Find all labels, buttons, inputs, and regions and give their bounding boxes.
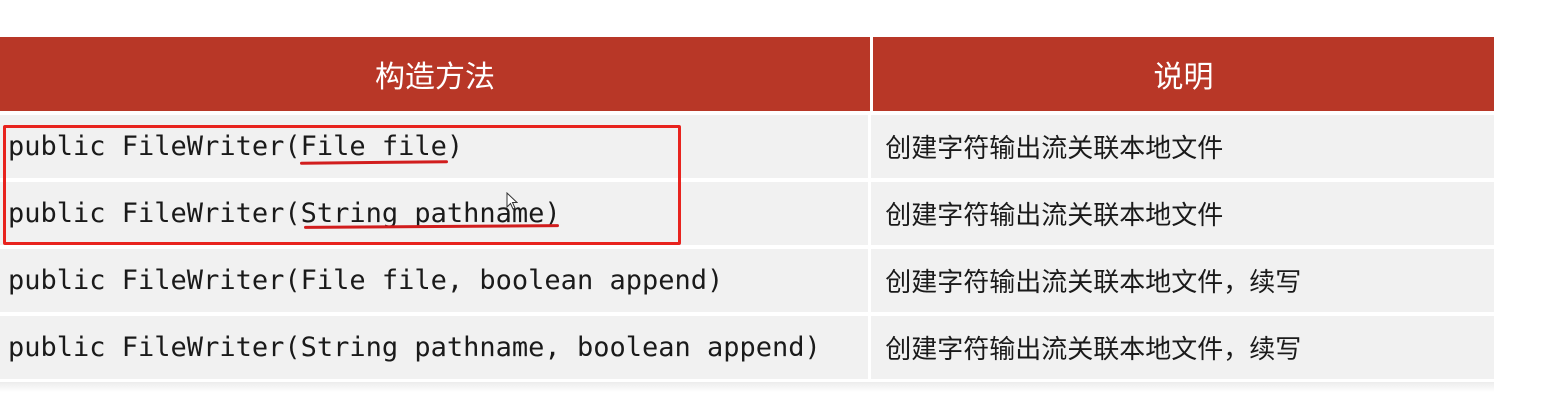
- table-header-row: 构造方法 说明: [0, 37, 1494, 111]
- table-shadow: [0, 382, 1494, 392]
- method-cell: public FileWriter(File file, boolean app…: [0, 249, 869, 312]
- header-description: 说明: [873, 37, 1494, 111]
- method-cell: public FileWriter(File file): [0, 115, 869, 178]
- description-cell: 创建字符输出流关联本地文件，续写: [871, 249, 1494, 312]
- table-row: public FileWriter(File file, boolean app…: [0, 249, 1494, 312]
- table-row: public FileWriter(String pathname, boole…: [0, 316, 1494, 379]
- description-cell: 创建字符输出流关联本地文件: [871, 115, 1494, 178]
- slide: 构造方法 说明 public FileWriter(File file) 创建字…: [0, 0, 1550, 409]
- header-constructor: 构造方法: [0, 37, 870, 111]
- table-row: public FileWriter(File file) 创建字符输出流关联本地…: [0, 115, 1494, 178]
- method-cell: public FileWriter(String pathname, boole…: [0, 316, 869, 379]
- method-cell: public FileWriter(String pathname): [0, 182, 869, 245]
- description-cell: 创建字符输出流关联本地文件: [871, 182, 1494, 245]
- constructor-table: 构造方法 说明 public FileWriter(File file) 创建字…: [0, 37, 1494, 379]
- mouse-pointer-icon: [506, 192, 518, 210]
- table-row: public FileWriter(String pathname) 创建字符输…: [0, 182, 1494, 245]
- description-cell: 创建字符输出流关联本地文件，续写: [871, 316, 1494, 379]
